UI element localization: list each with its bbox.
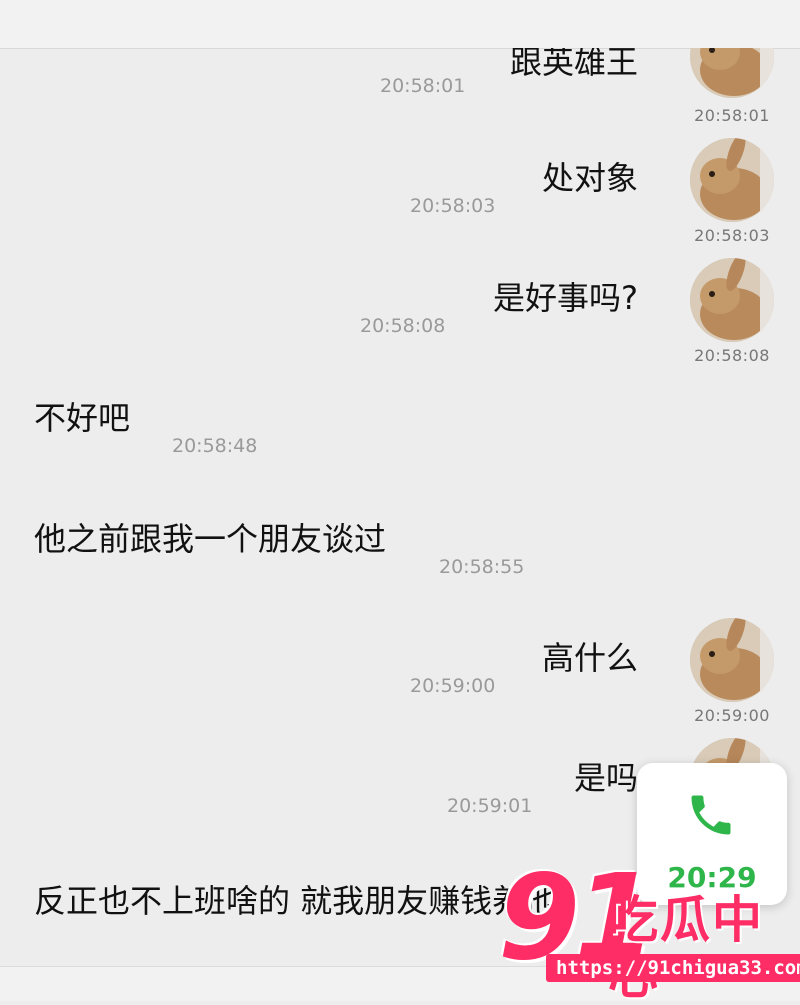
phone-icon: [691, 795, 731, 835]
message-time: 20:59:01: [447, 795, 533, 817]
message-text: 反正也不上班啥的 就我朋友赚钱养他: [34, 882, 557, 920]
message-text: 是吗: [573, 759, 638, 797]
message-time: 20:58:08: [360, 315, 446, 337]
rabbit-avatar-icon: [690, 618, 774, 702]
avatar[interactable]: [690, 138, 774, 222]
message-text: 处对象: [541, 159, 638, 197]
message-time: 20:59:00: [410, 675, 496, 697]
avatar-time: 20:58:01: [694, 106, 770, 125]
avatar-time: 20:59:00: [694, 706, 770, 725]
message-text: 高什么: [541, 639, 638, 677]
rabbit-avatar-icon: [690, 258, 774, 342]
avatar-time: 20:58:08: [694, 346, 770, 365]
avatar[interactable]: [690, 258, 774, 342]
rabbit-avatar-icon: [690, 48, 774, 98]
top-bar: [0, 0, 800, 49]
message-text: 不好吧: [34, 399, 131, 437]
message-time: 20:58:03: [410, 195, 496, 217]
message-text: 跟英雄王: [509, 48, 638, 81]
rabbit-avatar-icon: [690, 138, 774, 222]
avatar[interactable]: [690, 48, 774, 98]
watermark-brand: 吃瓜中心: [608, 891, 764, 1004]
message-time: 20:58:48: [172, 435, 258, 457]
call-floating-window[interactable]: 20:29: [637, 763, 787, 905]
watermark-url: https://91chigua33.com: [546, 954, 800, 982]
message-time: 20:58:01: [380, 75, 466, 97]
call-duration: 20:29: [667, 861, 757, 894]
message-time: 20:58:55: [439, 556, 525, 578]
avatar[interactable]: [690, 618, 774, 702]
message-text: 是好事吗?: [493, 279, 638, 317]
avatar-time: 20:58:03: [694, 226, 770, 245]
message-text: 他之前跟我一个朋友谈过: [34, 520, 387, 558]
